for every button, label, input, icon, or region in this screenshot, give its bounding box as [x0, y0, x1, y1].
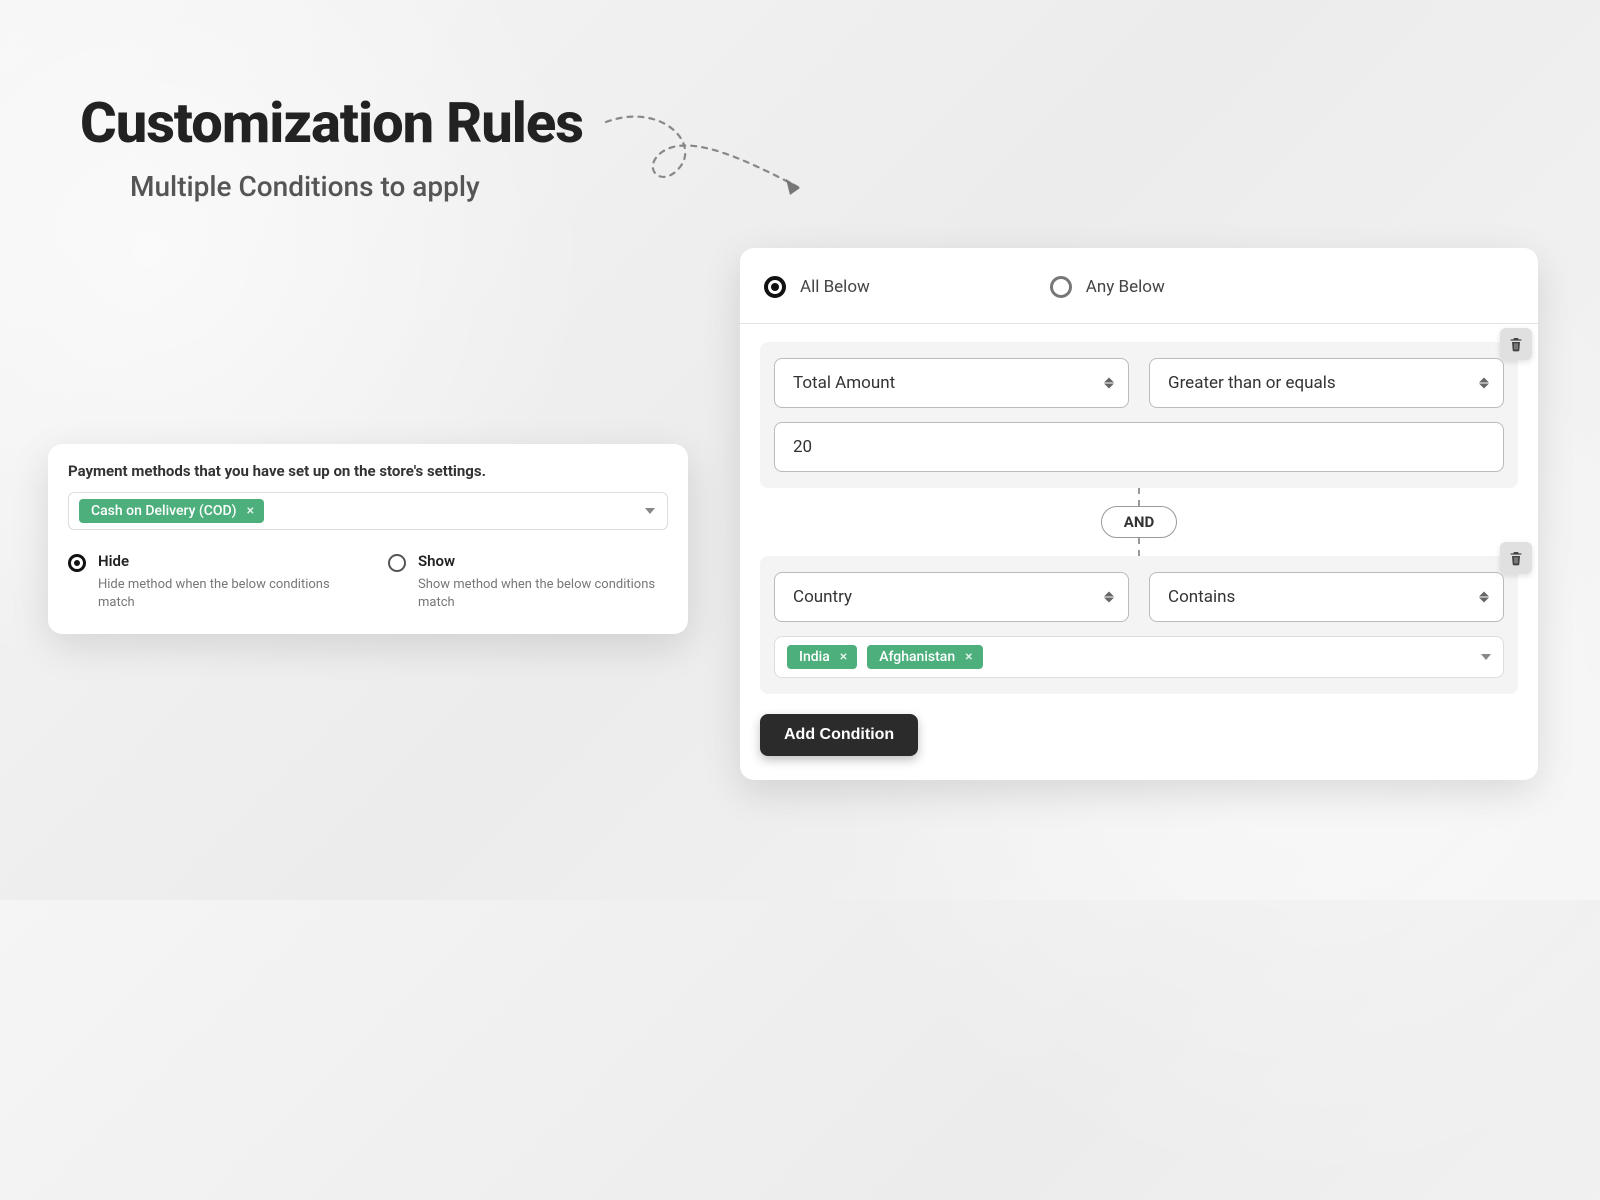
connector-badge: AND — [1101, 506, 1177, 538]
select-caret-icon — [1104, 378, 1114, 389]
condition-1-value-input[interactable]: 20 — [774, 422, 1504, 472]
mode-all-label: All Below — [800, 277, 870, 297]
condition-2-operator-select[interactable]: Contains — [1149, 572, 1504, 622]
add-condition-button[interactable]: Add Condition — [760, 714, 918, 756]
hide-label: Hide — [98, 552, 348, 570]
condition-1-value: 20 — [793, 437, 812, 457]
dropdown-caret-icon[interactable] — [1481, 654, 1491, 660]
page-title: Customization Rules — [80, 90, 583, 156]
trash-icon — [1508, 550, 1524, 566]
radio-show[interactable] — [388, 554, 406, 572]
payment-section-title: Payment methods that you have set up on … — [68, 462, 668, 480]
dropdown-caret-icon[interactable] — [645, 508, 655, 514]
country-tag-label: India — [799, 649, 830, 665]
remove-tag-icon[interactable]: × — [838, 649, 849, 665]
mode-any-option[interactable]: Any Below — [1050, 276, 1165, 298]
condition-block-2: Country Contains India × Afghanistan × — [760, 556, 1518, 694]
delete-condition-1-button[interactable] — [1500, 328, 1532, 360]
decorative-arrow — [600, 112, 840, 202]
mode-all-option[interactable]: All Below — [764, 276, 870, 298]
hide-desc: Hide method when the below conditions ma… — [98, 576, 348, 612]
payment-method-tag-input[interactable]: Cash on Delivery (COD) × — [68, 492, 668, 530]
page-subtitle: Multiple Conditions to apply — [130, 170, 583, 203]
country-tag: Afghanistan × — [867, 645, 982, 669]
page-header: Customization Rules Multiple Conditions … — [80, 90, 583, 203]
mode-any-label: Any Below — [1086, 277, 1165, 297]
condition-1-field-select[interactable]: Total Amount — [774, 358, 1129, 408]
trash-icon — [1508, 336, 1524, 352]
select-caret-icon — [1479, 378, 1489, 389]
show-desc: Show method when the below conditions ma… — [418, 576, 668, 612]
condition-2-operator-value: Contains — [1168, 587, 1235, 607]
visibility-hide-option[interactable]: Hide Hide method when the below conditio… — [68, 552, 348, 612]
country-tag-label: Afghanistan — [879, 649, 955, 665]
condition-1-operator-select[interactable]: Greater than or equals — [1149, 358, 1504, 408]
condition-2-field-select[interactable]: Country — [774, 572, 1129, 622]
payment-tag-label: Cash on Delivery (COD) — [91, 503, 237, 519]
conditions-card: All Below Any Below Total Amount Greater… — [740, 248, 1538, 780]
payment-tag: Cash on Delivery (COD) × — [79, 499, 264, 523]
select-caret-icon — [1104, 592, 1114, 603]
divider — [740, 323, 1538, 324]
remove-tag-icon[interactable]: × — [963, 649, 974, 665]
radio-hide[interactable] — [68, 554, 86, 572]
remove-tag-icon[interactable]: × — [245, 503, 256, 519]
payment-methods-card: Payment methods that you have set up on … — [48, 444, 688, 634]
radio-all-below[interactable] — [764, 276, 786, 298]
select-caret-icon — [1479, 592, 1489, 603]
condition-1-field-value: Total Amount — [793, 373, 895, 393]
show-label: Show — [418, 552, 668, 570]
condition-connector: AND — [760, 488, 1518, 556]
condition-1-operator-value: Greater than or equals — [1168, 373, 1336, 393]
condition-block-1: Total Amount Greater than or equals 20 — [760, 342, 1518, 488]
radio-any-below[interactable] — [1050, 276, 1072, 298]
condition-2-value-tag-input[interactable]: India × Afghanistan × — [774, 636, 1504, 678]
condition-2-field-value: Country — [793, 587, 852, 607]
delete-condition-2-button[interactable] — [1500, 542, 1532, 574]
country-tag: India × — [787, 645, 857, 669]
visibility-show-option[interactable]: Show Show method when the below conditio… — [388, 552, 668, 612]
